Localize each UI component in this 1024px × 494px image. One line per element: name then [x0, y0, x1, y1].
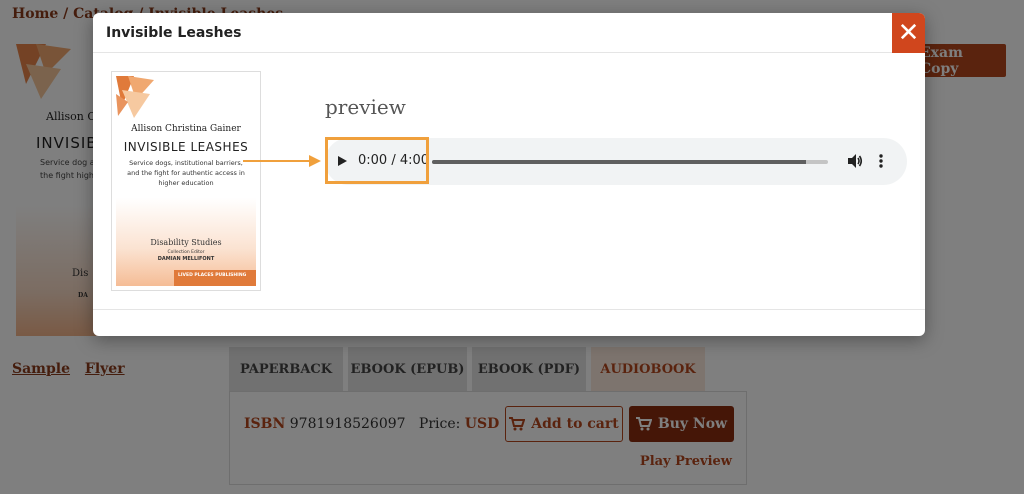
cover-series: Disability Studies [150, 238, 222, 247]
preview-modal: Invisible Leashes ✕ Allison Christina Ga… [93, 13, 925, 336]
audio-progress-bar[interactable] [432, 160, 828, 164]
cover-editor-label: Collection Editor [167, 250, 205, 255]
close-icon: ✕ [897, 18, 920, 48]
modal-footer-divider [93, 309, 925, 310]
time-highlight-box [325, 137, 429, 184]
cover-author: Allison Christina Gainer [131, 124, 241, 134]
cover-editor-name: DAMIAN MELLIFONT [157, 256, 215, 262]
cover-publisher: LIVED PLACES PUBLISHING [174, 270, 256, 286]
preview-heading: preview [325, 95, 406, 119]
book-cover: Allison Christina Gainer INVISIBLE LEASH… [111, 71, 261, 291]
volume-icon[interactable] [847, 153, 863, 169]
cover-subtitle: Service dogs, institutional barriers, an… [127, 159, 245, 187]
cover-title: INVISIBLE LEASHES [123, 140, 249, 154]
cover-petal-graphic [116, 76, 154, 118]
modal-header: Invisible Leashes ✕ [93, 13, 925, 53]
close-button[interactable]: ✕ [892, 13, 925, 53]
modal-title: Invisible Leashes [106, 25, 242, 41]
audio-progress-fill [432, 160, 807, 164]
arrow-icon [243, 155, 321, 167]
more-options-icon[interactable] [877, 153, 885, 169]
